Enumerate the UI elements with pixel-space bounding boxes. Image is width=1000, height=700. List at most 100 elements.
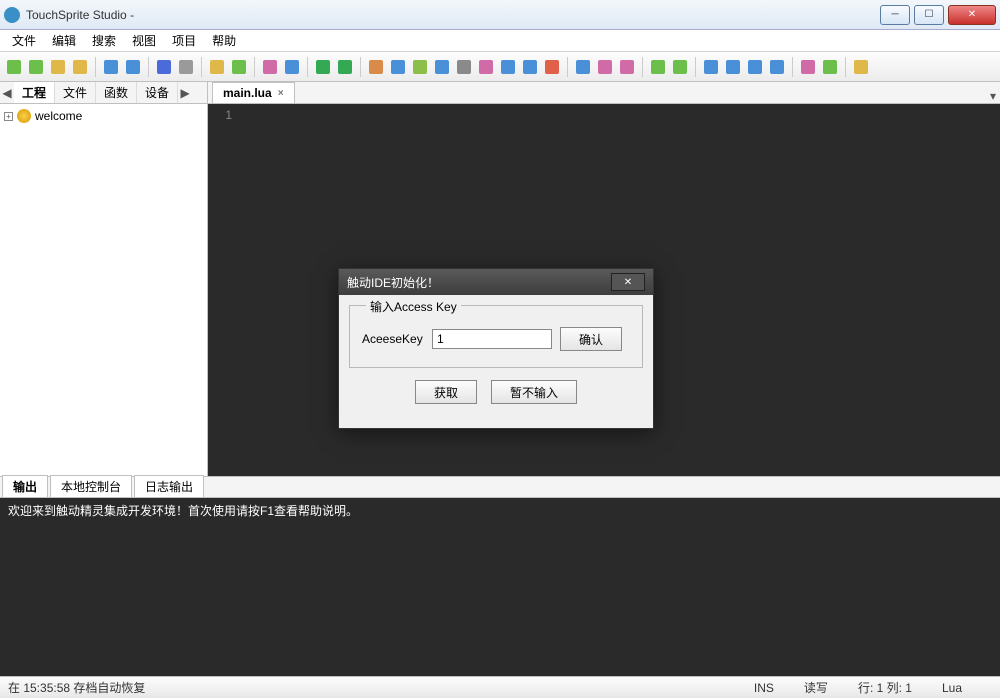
toolbar-button-3[interactable] bbox=[70, 57, 90, 77]
toolbar-icon bbox=[854, 60, 868, 74]
toolbar-icon bbox=[51, 60, 65, 74]
file-tab-main[interactable]: main.lua × bbox=[212, 82, 295, 103]
toolbar-button-38[interactable] bbox=[723, 57, 743, 77]
toolbar-button-30[interactable] bbox=[573, 57, 593, 77]
toolbar-icon bbox=[338, 60, 352, 74]
toolbar-button-22[interactable] bbox=[410, 57, 430, 77]
toolbar-icon bbox=[179, 60, 193, 74]
toolbar-button-2[interactable] bbox=[48, 57, 68, 77]
output-panel[interactable]: 欢迎来到触动精灵集成开发环境！首次使用请按F1查看帮助说明。 bbox=[0, 498, 1000, 676]
file-tab-close-icon[interactable]: × bbox=[278, 88, 284, 99]
toolbar-button-39[interactable] bbox=[745, 57, 765, 77]
toolbar-button-5[interactable] bbox=[101, 57, 121, 77]
toolbar-button-43[interactable] bbox=[820, 57, 840, 77]
toolbar-icon bbox=[73, 60, 87, 74]
toolbar-button-14[interactable] bbox=[260, 57, 280, 77]
toolbar-icon bbox=[7, 60, 21, 74]
init-dialog: 触动IDE初始化！ ✕ 输入Access Key AceeseKey 确认 获取… bbox=[338, 268, 654, 429]
bottom-tab-console[interactable]: 本地控制台 bbox=[50, 475, 132, 497]
toolbar-icon bbox=[369, 60, 383, 74]
toolbar-icon bbox=[748, 60, 762, 74]
status-position: 行: 1 列: 1 bbox=[858, 679, 912, 696]
toolbar-icon bbox=[285, 60, 299, 74]
bottom-tabs: 输出 本地控制台 日志输出 bbox=[0, 476, 1000, 498]
toolbar-button-45[interactable] bbox=[851, 57, 871, 77]
line-gutter: 1 bbox=[208, 104, 238, 476]
toolbar-button-8[interactable] bbox=[154, 57, 174, 77]
sidebar-tab-files[interactable]: 文件 bbox=[55, 82, 96, 103]
bottom-tab-output[interactable]: 输出 bbox=[2, 475, 48, 497]
toolbar-button-0[interactable] bbox=[4, 57, 24, 77]
toolbar-icon bbox=[479, 60, 493, 74]
sidebar-tab-functions[interactable]: 函数 bbox=[96, 82, 137, 103]
toolbar-button-20[interactable] bbox=[366, 57, 386, 77]
dialog-body: 输入Access Key AceeseKey 确认 获取 暂不输入 bbox=[339, 295, 653, 428]
access-key-input[interactable] bbox=[432, 329, 552, 349]
file-tabs-dropdown-icon[interactable]: ▾ bbox=[990, 89, 996, 103]
sidebar-tab-project[interactable]: 工程 bbox=[14, 82, 55, 103]
toolbar-button-12[interactable] bbox=[229, 57, 249, 77]
toolbar-button-24[interactable] bbox=[454, 57, 474, 77]
toolbar-button-1[interactable] bbox=[26, 57, 46, 77]
toolbar-button-25[interactable] bbox=[476, 57, 496, 77]
sidebar-nav-right[interactable]: ▶ bbox=[178, 86, 192, 100]
dialog-button-row: 获取 暂不输入 bbox=[349, 368, 643, 418]
group-label: 输入Access Key bbox=[366, 298, 461, 315]
toolbar-button-37[interactable] bbox=[701, 57, 721, 77]
toolbar-button-6[interactable] bbox=[123, 57, 143, 77]
toolbar-button-18[interactable] bbox=[335, 57, 355, 77]
toolbar-icon bbox=[126, 60, 140, 74]
toolbar-icon bbox=[651, 60, 665, 74]
file-tabs: main.lua × ▾ bbox=[208, 82, 1000, 104]
sidebar-tab-devices[interactable]: 设备 bbox=[137, 82, 178, 103]
toolbar-button-21[interactable] bbox=[388, 57, 408, 77]
get-button[interactable]: 获取 bbox=[415, 380, 477, 404]
toolbar-button-15[interactable] bbox=[282, 57, 302, 77]
toolbar-button-31[interactable] bbox=[595, 57, 615, 77]
toolbar-button-26[interactable] bbox=[498, 57, 518, 77]
bottom-tab-log[interactable]: 日志输出 bbox=[134, 475, 204, 497]
toolbar-button-11[interactable] bbox=[207, 57, 227, 77]
confirm-button[interactable]: 确认 bbox=[560, 327, 622, 351]
toolbar-button-28[interactable] bbox=[542, 57, 562, 77]
skip-button[interactable]: 暂不输入 bbox=[491, 380, 577, 404]
tree-root-item[interactable]: + welcome bbox=[4, 108, 203, 124]
toolbar-separator bbox=[254, 57, 255, 77]
file-tab-label: main.lua bbox=[223, 86, 272, 100]
dialog-titlebar[interactable]: 触动IDE初始化！ ✕ bbox=[339, 269, 653, 295]
toolbar-button-40[interactable] bbox=[767, 57, 787, 77]
minimize-button[interactable]: ─ bbox=[880, 5, 910, 25]
menu-search[interactable]: 搜索 bbox=[84, 30, 124, 51]
toolbar-button-35[interactable] bbox=[670, 57, 690, 77]
toolbar-button-9[interactable] bbox=[176, 57, 196, 77]
toolbar-button-27[interactable] bbox=[520, 57, 540, 77]
toolbar-button-17[interactable] bbox=[313, 57, 333, 77]
toolbar-icon bbox=[232, 60, 246, 74]
toolbar-icon bbox=[210, 60, 224, 74]
toolbar-separator bbox=[307, 57, 308, 77]
window-title: TouchSprite Studio - bbox=[26, 8, 876, 22]
dialog-title: 触动IDE初始化！ bbox=[347, 274, 611, 291]
status-bar: 在 15:35:58 存档自动恢复 INS 读写 行: 1 列: 1 Lua bbox=[0, 676, 1000, 698]
menu-view[interactable]: 视图 bbox=[124, 30, 164, 51]
toolbar-icon bbox=[435, 60, 449, 74]
toolbar-icon bbox=[620, 60, 634, 74]
toolbar-button-32[interactable] bbox=[617, 57, 637, 77]
menu-project[interactable]: 项目 bbox=[164, 30, 204, 51]
status-readwrite: 读写 bbox=[804, 679, 828, 696]
toolbar-button-34[interactable] bbox=[648, 57, 668, 77]
maximize-button[interactable]: ☐ bbox=[914, 5, 944, 25]
toolbar-button-42[interactable] bbox=[798, 57, 818, 77]
status-language: Lua bbox=[942, 681, 962, 695]
tree-expand-icon[interactable]: + bbox=[4, 112, 13, 121]
dialog-close-button[interactable]: ✕ bbox=[611, 273, 645, 291]
menu-edit[interactable]: 编辑 bbox=[44, 30, 84, 51]
menu-file[interactable]: 文件 bbox=[4, 30, 44, 51]
sidebar: ◀ 工程 文件 函数 设备 ▶ + welcome bbox=[0, 82, 208, 476]
toolbar-button-23[interactable] bbox=[432, 57, 452, 77]
sidebar-nav-left[interactable]: ◀ bbox=[0, 86, 14, 100]
line-number: 1 bbox=[208, 108, 232, 122]
menu-help[interactable]: 帮助 bbox=[204, 30, 244, 51]
close-button[interactable]: ✕ bbox=[948, 5, 996, 25]
toolbar-icon bbox=[598, 60, 612, 74]
